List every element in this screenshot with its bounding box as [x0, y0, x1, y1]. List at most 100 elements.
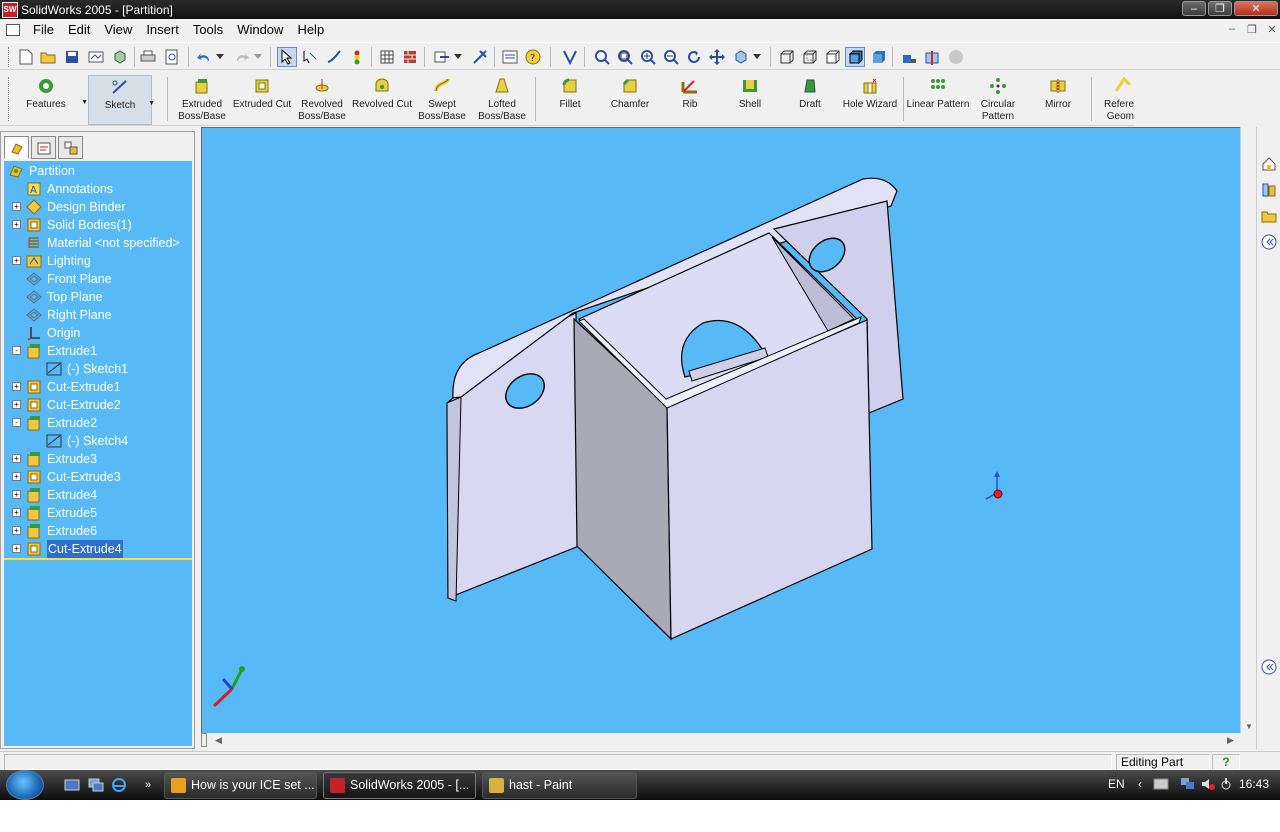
solidworks-resources-icon[interactable] — [1260, 155, 1278, 173]
quick-tips-icon[interactable]: ? — [1212, 754, 1240, 770]
show-desktop-icon[interactable] — [64, 777, 80, 793]
tree-item[interactable]: (-) Sketch4 — [4, 432, 192, 450]
select-filter-icon[interactable] — [560, 47, 580, 67]
expand-icon[interactable]: + — [12, 256, 21, 265]
doc-restore-button[interactable]: ❐ — [1244, 22, 1260, 36]
sketch-tab-button[interactable]: Sketch ▼ — [88, 75, 155, 125]
tree-item[interactable]: Origin — [4, 324, 192, 342]
tree-item[interactable]: + Cut-Extrude3 — [4, 468, 192, 486]
draft-button[interactable]: Draft — [778, 75, 842, 125]
split-bar[interactable] — [201, 733, 207, 747]
expand-icon[interactable]: + — [12, 382, 21, 391]
chamfer-button[interactable]: Chamfer — [598, 75, 662, 125]
tree-item[interactable]: Top Plane — [4, 288, 192, 306]
swept-boss-base-button[interactable]: Swept Boss/Base — [410, 75, 474, 125]
pan-icon[interactable] — [707, 47, 727, 67]
maximize-button[interactable]: ❐ — [1208, 1, 1232, 16]
texture-icon[interactable] — [400, 47, 420, 67]
feature-manager-tab[interactable] — [4, 136, 29, 159]
extruded-boss-base-button[interactable]: Extruded Boss/Base — [170, 75, 234, 125]
rollback-bar[interactable] — [4, 558, 192, 560]
tree-item[interactable]: A Annotations — [4, 180, 192, 198]
zoom-to-fit-icon[interactable] — [592, 47, 612, 67]
hidden-lines-visible-icon[interactable] — [799, 47, 819, 67]
save-icon[interactable] — [62, 47, 82, 67]
revolved-cut-button[interactable]: Revolved Cut — [350, 75, 414, 125]
menu-edit[interactable]: Edit — [61, 19, 97, 41]
menu-view[interactable]: View — [97, 19, 139, 41]
mirror-button[interactable]: Mirror — [1026, 75, 1090, 125]
smart-select-icon[interactable] — [300, 47, 320, 67]
expand-icon[interactable]: + — [12, 508, 21, 517]
redo-dropdown-icon[interactable] — [252, 47, 264, 67]
power-icon[interactable] — [1220, 777, 1232, 794]
sketch-dropdown-icon[interactable]: ▼ — [148, 98, 155, 110]
horizontal-scrollbar[interactable]: ◀ ▶ — [201, 733, 1255, 749]
circular-pattern-button[interactable]: Circular Pattern — [966, 75, 1030, 125]
undo-dropdown-icon[interactable] — [214, 47, 226, 67]
menu-insert[interactable]: Insert — [139, 19, 186, 41]
features-dropdown-icon[interactable]: ▼ — [81, 97, 88, 109]
start-button[interactable] — [6, 770, 44, 800]
expand-task-pane-icon[interactable] — [1260, 233, 1278, 251]
shaded-icon[interactable] — [868, 47, 888, 67]
grid-options-icon[interactable] — [377, 47, 397, 67]
design-library-icon[interactable] — [1260, 181, 1278, 199]
language-indicator[interactable]: EN — [1108, 777, 1125, 791]
expand-icon[interactable]: + — [12, 490, 21, 499]
tree-item[interactable]: (-) Sketch1 — [4, 360, 192, 378]
rotate-view-icon[interactable] — [684, 47, 704, 67]
shadows-icon[interactable] — [899, 47, 919, 67]
zoom-area-icon[interactable] — [615, 47, 635, 67]
tree-item[interactable]: + Cut-Extrude1 — [4, 378, 192, 396]
document-icon[interactable] — [6, 24, 20, 36]
tree-item[interactable]: + Extrude5 — [4, 504, 192, 522]
extruded-cut-button[interactable]: Extruded Cut — [230, 75, 294, 125]
toolbar-grip[interactable] — [8, 47, 11, 67]
clock[interactable]: 16:43 — [1239, 777, 1269, 791]
linear-pattern-button[interactable]: Linear Pattern — [906, 75, 970, 125]
minimize-button[interactable]: – — [1182, 1, 1206, 16]
task-solidworks[interactable]: SolidWorks 2005 - [... — [323, 772, 476, 799]
shell-button[interactable]: Shell — [718, 75, 782, 125]
new-document-icon[interactable] — [16, 47, 36, 67]
tree-item[interactable]: + Cut-Extrude2 — [4, 396, 192, 414]
zoom-selection-icon[interactable] — [661, 47, 681, 67]
volume-icon[interactable] — [1200, 777, 1216, 794]
menu-tools[interactable]: Tools — [186, 19, 230, 41]
doc-minimize-button[interactable]: – — [1224, 22, 1240, 36]
collapse-icon[interactable]: - — [12, 346, 21, 355]
command-manager-grip[interactable] — [8, 77, 11, 121]
rib-button[interactable]: Rib — [658, 75, 722, 125]
menu-file[interactable]: File — [26, 19, 61, 41]
shaded-with-edges-icon[interactable] — [845, 47, 865, 67]
solidworks-app-icon[interactable]: SW — [2, 1, 18, 18]
menu-window[interactable]: Window — [230, 19, 290, 41]
realview-icon[interactable] — [946, 47, 966, 67]
select-pointer-icon[interactable] — [277, 47, 297, 67]
expand-icon[interactable]: + — [12, 472, 21, 481]
tree-item[interactable]: + Extrude6 — [4, 522, 192, 540]
internet-explorer-icon[interactable] — [111, 777, 127, 793]
tree-item[interactable]: + Extrude4 — [4, 486, 192, 504]
close-button[interactable]: ✕ — [1234, 1, 1278, 16]
tray-expand-icon[interactable]: ‹ — [1138, 777, 1142, 791]
view-orientation-dropdown-icon[interactable] — [751, 47, 763, 67]
tree-item[interactable]: Front Plane — [4, 270, 192, 288]
tree-item[interactable]: + Extrude3 — [4, 450, 192, 468]
task-paint[interactable]: hast - Paint — [482, 772, 637, 799]
lofted-boss-base-button[interactable]: Lofted Boss/Base — [470, 75, 534, 125]
hidden-lines-removed-icon[interactable] — [822, 47, 842, 67]
make-drawing-icon[interactable] — [86, 47, 106, 67]
menu-help[interactable]: Help — [290, 19, 331, 41]
vertical-scrollbar[interactable]: ▼ — [1240, 127, 1255, 733]
expand-icon[interactable]: + — [12, 454, 21, 463]
tree-item[interactable]: + Cut-Extrude4 — [4, 540, 192, 558]
help-icon[interactable]: ? — [523, 47, 543, 67]
collapse-task-pane-icon[interactable] — [1260, 658, 1278, 676]
options-icon[interactable] — [432, 47, 452, 67]
tree-item[interactable]: Material <not specified> — [4, 234, 192, 252]
expand-icon[interactable]: + — [12, 544, 21, 553]
expand-icon[interactable]: + — [12, 526, 21, 535]
hole-wizard-button[interactable]: Hole Wizard — [838, 75, 902, 125]
